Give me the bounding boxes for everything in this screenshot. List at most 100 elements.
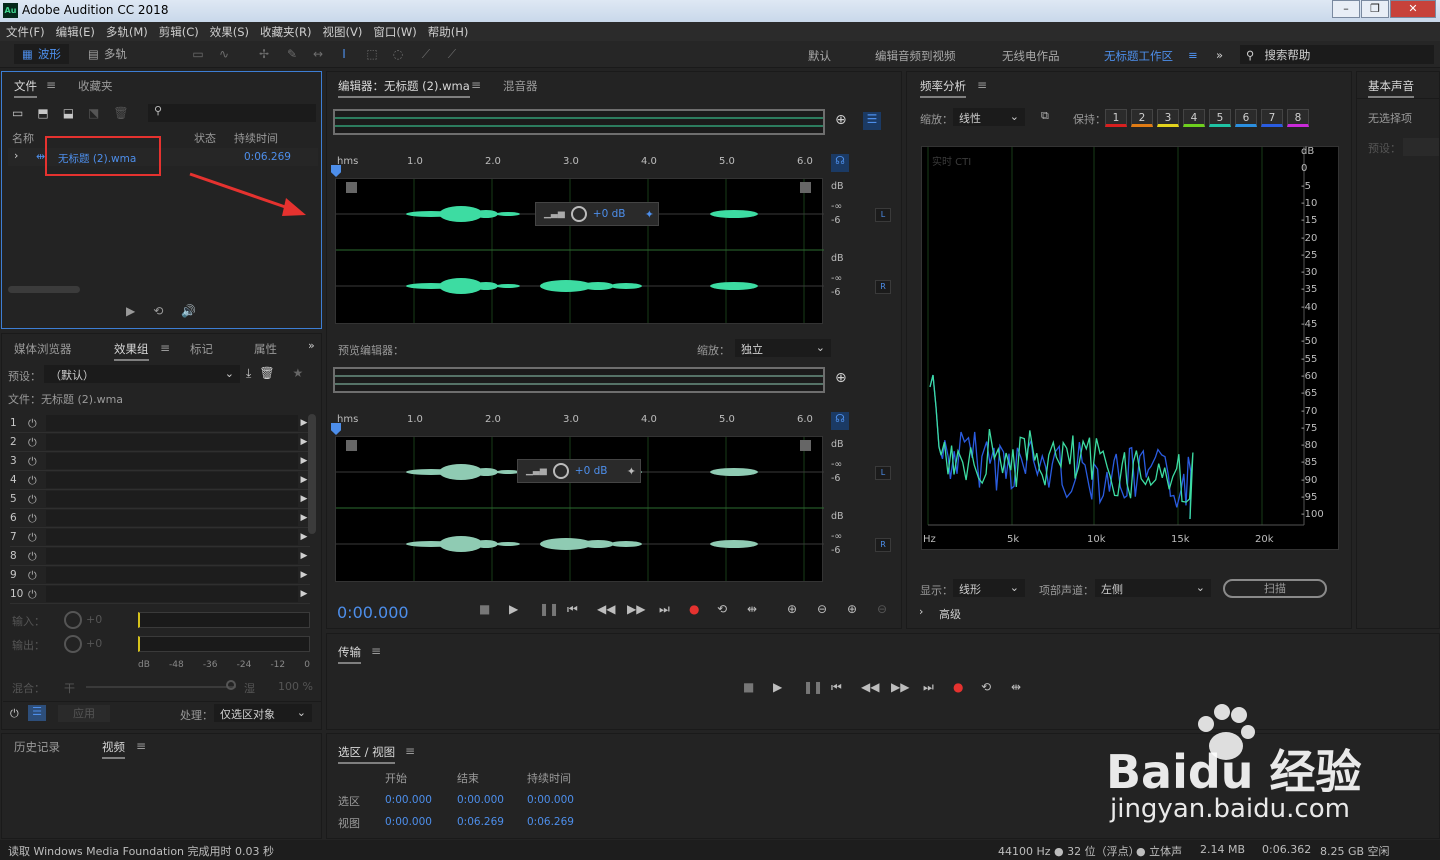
menu-edit[interactable]: 编辑(E) [56,24,95,40]
menu-file[interactable]: 文件(F) [6,24,45,40]
power-icon[interactable]: ⏻ [28,588,42,601]
loop-icon[interactable]: ⟲ [153,304,163,318]
slot-effect-field[interactable] [46,434,298,450]
hold-button-5[interactable]: 5 [1209,109,1231,127]
workspace-radio[interactable]: 无线电作品 [1002,48,1060,64]
skip-start-icon[interactable]: ⏮ [831,680,842,695]
zoom-in-amplitude-icon[interactable]: ⊕ [787,602,797,616]
channel-left-button[interactable]: L [875,208,891,222]
more-workspaces-icon[interactable]: » [1216,48,1223,62]
tab-video[interactable]: 视频 [102,739,125,759]
tab-media-browser[interactable]: 媒体浏览器 [14,341,72,357]
selection-start[interactable]: 0:00.000 [385,794,432,806]
current-time[interactable]: 0:00.000 [337,603,409,622]
process-select[interactable]: 仅选区对象 ⌄ [214,704,312,722]
slot-menu-arrow-icon[interactable]: ▶ [298,551,310,561]
play-icon[interactable]: ▶ [126,304,135,318]
power-icon[interactable]: ⏻ [28,550,42,563]
move-tool-icon[interactable]: ✢ [256,47,272,62]
history-menu-icon[interactable]: ≡ [136,739,146,753]
slot-effect-field[interactable] [46,510,298,526]
effect-slot[interactable]: 1 ⏻ ▶ [10,414,310,433]
column-status[interactable]: 状态 [194,130,216,146]
preview-overview[interactable] [333,367,825,393]
slot-effect-field[interactable] [46,567,298,583]
power-icon[interactable]: ⏻ [10,707,19,721]
channel-right-button[interactable]: R [875,280,891,294]
menu-window[interactable]: 窗口(W) [373,24,416,40]
delete-preset-icon[interactable]: 🗑 [259,366,274,381]
menu-view[interactable]: 视图(V) [323,24,363,40]
insert-icon[interactable]: ⬓ [63,106,74,120]
tab-mixer[interactable]: 混音器 [503,78,538,94]
list-icon[interactable]: ☰ [28,705,46,721]
export-icon[interactable]: ⬔ [88,106,99,120]
tab-effects-rack[interactable]: 效果组 [114,341,149,361]
slot-menu-arrow-icon[interactable]: ▶ [298,589,310,599]
slot-effect-field[interactable] [46,415,298,431]
menu-favorites[interactable]: 收藏夹(R) [260,24,311,40]
expand-icon[interactable]: › [14,149,18,162]
slot-effect-field[interactable] [46,586,298,602]
spectral-toggle-icon[interactable]: ☰ [863,112,881,130]
hold-button-8[interactable]: 8 [1287,109,1309,127]
input-knob[interactable] [64,611,82,629]
slot-effect-field[interactable] [46,453,298,469]
hold-button-2[interactable]: 2 [1131,109,1153,127]
zoom-out-amplitude-icon[interactable]: ⊖ [817,602,827,616]
display-select[interactable]: 线形 ⌄ [953,579,1025,597]
stop-icon[interactable]: ■ [743,680,754,694]
power-icon[interactable]: ⏻ [28,512,42,525]
more-tabs-icon[interactable]: » [308,339,315,352]
time-ruler[interactable]: hms 1.0 2.0 3.0 4.0 5.0 6.0 [335,154,823,176]
preview-channel-right-button[interactable]: R [875,538,891,552]
rack-scrollbar[interactable] [308,414,316,534]
selection-end[interactable]: 0:00.000 [457,794,504,806]
effect-slot[interactable]: 4 ⏻ ▶ [10,471,310,490]
workspace-default[interactable]: 默认 [808,48,831,64]
slot-effect-field[interactable] [46,529,298,545]
scan-button[interactable]: 扫描 [1223,579,1327,598]
hud-volume[interactable]: ▁▃▅ +0 dB ✦ [535,202,659,226]
skip-end-icon[interactable]: ⏭ [659,602,670,617]
trash-icon[interactable]: 🗑 [113,106,128,120]
headphones-icon[interactable]: ☊ [831,154,849,172]
zoom-navigator-icon[interactable]: ⊕ [835,112,847,128]
record-icon[interactable]: ● [953,680,963,694]
view-start[interactable]: 0:00.000 [385,816,432,828]
pitch-display-icon[interactable]: ∿ [216,47,232,62]
tab-favorites[interactable]: 收藏夹 [78,78,113,94]
favorite-star-icon[interactable]: ★ [293,366,304,381]
spot-healing-icon[interactable]: ⟋ [444,47,460,62]
effect-slot[interactable]: 7 ⏻ ▶ [10,528,310,547]
zoom-in-time-icon[interactable]: ⊕ [847,602,857,616]
mix-slider-handle[interactable] [226,680,236,690]
play-icon[interactable]: ▶ [773,680,782,694]
loop-icon[interactable]: ⟲ [717,602,727,616]
volume-knob[interactable] [570,206,587,222]
autoplay-icon[interactable]: 🔊 [181,304,196,318]
slot-menu-arrow-icon[interactable]: ▶ [298,570,310,580]
brush-tool-icon[interactable]: ⟋ [418,47,434,62]
freq-scale-select[interactable]: 线性 ⌄ [953,108,1025,126]
record-icon[interactable]: ● [689,602,699,616]
advanced-label[interactable]: 高级 [939,606,961,622]
preview-zoom-select[interactable]: 独立 ⌄ [735,339,831,357]
waveform-overview[interactable] [333,109,825,135]
play-icon[interactable]: ▶ [509,602,518,616]
menu-effects[interactable]: 效果(S) [210,24,249,40]
loop-icon[interactable]: ⟲ [981,680,991,694]
power-icon[interactable]: ⏻ [28,531,42,544]
effect-slot[interactable]: 9 ⏻ ▶ [10,566,310,585]
selection-duration[interactable]: 0:00.000 [527,794,574,806]
files-menu-icon[interactable]: ≡ [46,78,56,92]
tab-files[interactable]: 文件 [14,78,37,98]
hold-button-4[interactable]: 4 [1183,109,1205,127]
effects-menu-icon[interactable]: ≡ [160,341,170,355]
slot-effect-field[interactable] [46,548,298,564]
lasso-tool-icon[interactable]: ◌ [390,47,406,62]
power-icon[interactable]: ⏻ [28,493,42,506]
stop-icon[interactable]: ■ [479,602,490,616]
channel-select[interactable]: 左侧 ⌄ [1095,579,1211,597]
editor-menu-icon[interactable]: ≡ [471,78,481,92]
